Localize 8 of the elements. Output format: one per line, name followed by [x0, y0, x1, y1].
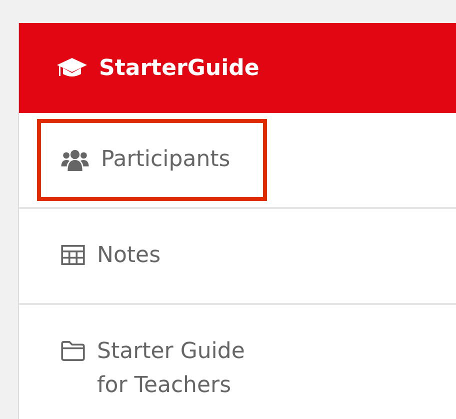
app-title: StarterGuide — [99, 56, 260, 80]
folder-icon — [61, 341, 85, 361]
table-icon — [61, 245, 85, 265]
graduation-cap-icon — [57, 57, 87, 79]
menu-item[interactable]: Starter Guide for Teachers — [37, 311, 267, 419]
menu-item[interactable]: Participants — [37, 119, 267, 201]
people-icon — [61, 149, 89, 171]
menu-item[interactable]: Notes — [37, 215, 267, 297]
